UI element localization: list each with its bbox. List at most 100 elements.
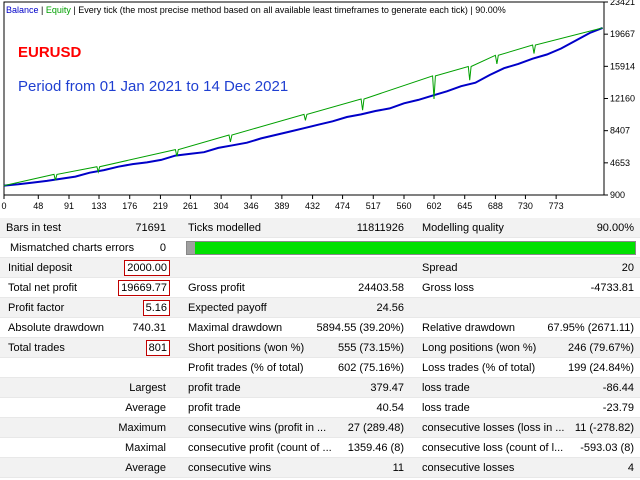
- y-tick-label: 23421: [610, 0, 635, 7]
- x-tick-label: 602: [426, 201, 441, 211]
- absolute-drawdown-value: 740.31: [132, 322, 166, 334]
- average-consecutive-label: Average: [125, 462, 166, 474]
- x-tick-label: 219: [153, 201, 168, 211]
- max-consecutive-losses-label: consecutive losses (loss in ...: [422, 422, 565, 434]
- average-loss-trade-label: loss trade: [422, 402, 470, 414]
- net-profit-cell: 19669.77: [100, 278, 170, 298]
- report-row: Average consecutive wins 11 consecutive …: [0, 458, 640, 478]
- mismatched-errors-value: 0: [159, 242, 166, 254]
- report-row: Largest profit trade 379.47 loss trade -…: [0, 378, 640, 398]
- report-row: Mismatched charts errors 0: [0, 238, 640, 258]
- profit-trades-value: 602 (75.16%): [337, 362, 404, 374]
- total-trades-cell: 801: [100, 338, 170, 358]
- bars-in-test-value: 71691: [135, 222, 166, 234]
- short-positions-label: Short positions (won %): [188, 342, 305, 354]
- average-label: Average: [125, 402, 166, 414]
- report-row: Bars in test 71691 Ticks modelled 118119…: [0, 218, 640, 238]
- relative-drawdown-label: Relative drawdown: [422, 322, 515, 334]
- average-profit-trade-label: profit trade: [188, 402, 241, 414]
- mismatched-errors-label: Mismatched charts errors: [10, 242, 135, 254]
- max-consecutive-wins-label: consecutive wins (profit in ...: [188, 422, 327, 434]
- report-row: Total net profit 19669.77 Gross profit 2…: [0, 278, 640, 298]
- x-tick-label: 645: [457, 201, 472, 211]
- profit-trades-label: Profit trades (% of total): [188, 362, 304, 374]
- long-positions-label: Long positions (won %): [422, 342, 537, 354]
- y-tick-label: 900: [610, 190, 625, 200]
- maximal-consecutive-loss-value: -593.03 (8): [580, 442, 634, 454]
- gross-profit-value: 24403.58: [358, 282, 404, 294]
- largest-loss-trade-value: -86.44: [602, 382, 634, 394]
- legend-description: | Every tick (the most precise method ba…: [70, 5, 506, 15]
- spread-label: Spread: [422, 262, 458, 274]
- bars-in-test-label: Bars in test: [6, 222, 62, 234]
- y-tick-label: 4653: [610, 158, 630, 168]
- legend-separator: |: [38, 5, 46, 15]
- report-row: Profit factor 5.16 Expected payoff 24.56: [0, 298, 640, 318]
- strategy-report: Bars in test 71691 Ticks modelled 118119…: [0, 218, 640, 480]
- x-tick-label: 773: [549, 201, 564, 211]
- maximal-consecutive-loss-label: consecutive loss (count of l...: [422, 442, 564, 454]
- gross-loss-label: Gross loss: [422, 282, 474, 294]
- gross-loss-value: -4733.81: [590, 282, 634, 294]
- plot-frame: [3, 1, 605, 196]
- y-tick-label: 15914: [610, 61, 635, 71]
- report-row: Maximum consecutive wins (profit in ... …: [0, 418, 640, 438]
- long-positions-value: 246 (79.67%): [567, 342, 634, 354]
- x-tick-label: 474: [335, 201, 350, 211]
- x-tick-label: 176: [122, 201, 137, 211]
- x-tick-label: 432: [305, 201, 320, 211]
- legend-equity: Equity: [45, 5, 71, 15]
- max-consecutive-losses-value: 11 (-278.82): [574, 422, 634, 434]
- y-tick-label: 12160: [610, 94, 635, 104]
- x-tick-label: 688: [488, 201, 503, 211]
- ticks-modelled-value: 11811926: [356, 222, 404, 234]
- maximal-drawdown-label: Maximal drawdown: [188, 322, 283, 334]
- maximal-label: Maximal: [125, 442, 166, 454]
- maximum-label: Maximum: [118, 422, 166, 434]
- largest-loss-trade-label: loss trade: [422, 382, 470, 394]
- spread-value: 20: [621, 262, 634, 274]
- largest-label: Largest: [129, 382, 166, 394]
- loss-trades-value: 199 (24.84%): [567, 362, 634, 374]
- gross-profit-label: Gross profit: [188, 282, 245, 294]
- profit-factor-cell: 5.16: [100, 298, 170, 318]
- period-label: Period from 01 Jan 2021 to 14 Dec 2021: [18, 78, 289, 95]
- chart-canvas: 900 4653 8407 12160 15914 19667 23421 0 48 91 133 1…: [1, 0, 635, 211]
- average-profit-trade-value: 40.54: [376, 402, 404, 414]
- x-tick-label: 91: [64, 201, 74, 211]
- expected-payoff-label: Expected payoff: [188, 302, 267, 314]
- x-tick-label: 560: [396, 201, 411, 211]
- largest-profit-trade-label: profit trade: [188, 382, 241, 394]
- legend-balance: Balance: [6, 5, 39, 15]
- modelling-quality-label: Modelling quality: [422, 222, 504, 234]
- symbol-label: EURUSD: [18, 44, 82, 61]
- x-tick-label: 517: [366, 201, 381, 211]
- modelling-quality-bar: [186, 241, 636, 255]
- initial-deposit-cell: 2000.00: [100, 258, 170, 278]
- report-row: Maximal consecutive profit (count of ...…: [0, 438, 640, 458]
- x-tick-label: 346: [244, 201, 259, 211]
- net-profit-value: 19669.77: [118, 280, 170, 296]
- modelling-quality-value: 90.00%: [596, 222, 634, 234]
- report-row: Absolute drawdown 740.31 Maximal drawdow…: [0, 318, 640, 338]
- maximal-drawdown-value: 5894.55 (39.20%): [316, 322, 404, 334]
- average-consecutive-losses-label: consecutive losses: [422, 462, 515, 474]
- y-tick-label: 8407: [610, 126, 630, 136]
- x-tick-label: 304: [214, 201, 229, 211]
- maximal-consecutive-profit-label: consecutive profit (count of ...: [188, 442, 332, 454]
- maximal-consecutive-profit-value: 1359.46 (8): [347, 442, 404, 454]
- ticks-modelled-label: Ticks modelled: [188, 222, 261, 234]
- report-row: Profit trades (% of total) 602 (75.16%) …: [0, 358, 640, 378]
- x-tick-label: 389: [274, 201, 289, 211]
- x-tick-label: 730: [518, 201, 533, 211]
- average-loss-trade-value: -23.79: [602, 402, 634, 414]
- x-tick-label: 261: [183, 201, 198, 211]
- largest-profit-trade-value: 379.47: [370, 382, 404, 394]
- chart-legend: Balance | Equity | Every tick (the most …: [6, 5, 506, 15]
- relative-drawdown-value: 67.95% (2671.11): [547, 322, 634, 334]
- balance-equity-chart: 900 4653 8407 12160 15914 19667 23421 0 48 91 133 1…: [0, 0, 640, 214]
- x-tick-label: 133: [91, 201, 106, 211]
- initial-deposit-value: 2000.00: [124, 260, 170, 276]
- average-consecutive-wins-label: consecutive wins: [188, 462, 272, 474]
- report-row: Average profit trade 40.54 loss trade -2…: [0, 398, 640, 418]
